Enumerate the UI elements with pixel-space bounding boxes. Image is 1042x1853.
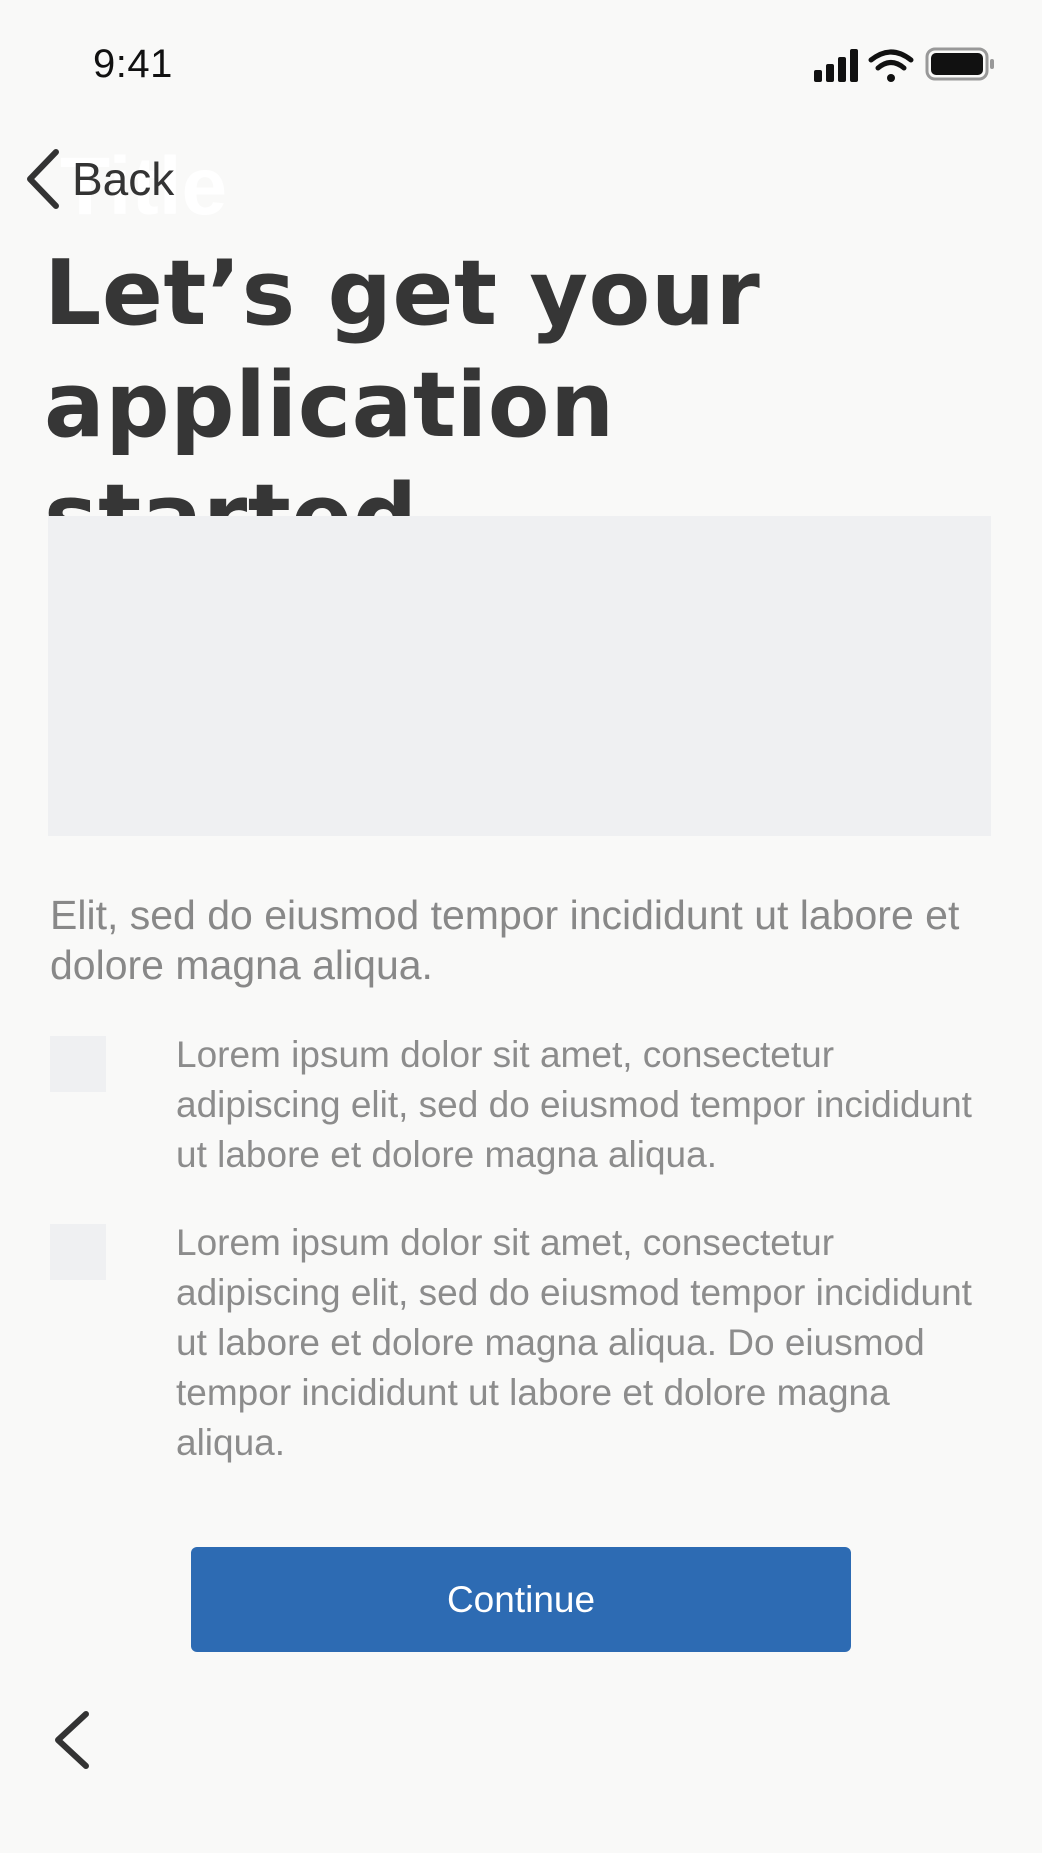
continue-button[interactable]: Continue	[191, 1547, 851, 1652]
chevron-left-icon	[27, 149, 59, 209]
wifi-icon	[868, 49, 914, 82]
intro-text: Elit, sed do eiusmod tempor incididunt u…	[50, 892, 960, 988]
list-item-text: Lorem ipsum dolor sit amet, consectetur …	[176, 1034, 972, 1175]
list-item-text: Lorem ipsum dolor sit amet, consectetur …	[176, 1222, 972, 1463]
back-button[interactable]: Back	[24, 146, 174, 212]
back-button-label: Back	[72, 153, 175, 205]
status-icons	[814, 47, 994, 82]
list-item: Lorem ipsum dolor sit amet, consectetur …	[50, 1218, 1000, 1468]
cellular-signal-icon	[814, 49, 858, 82]
status-bar: 9:41	[0, 0, 1042, 110]
list-item: Lorem ipsum dolor sit amet, consectetur …	[50, 1030, 1000, 1190]
item-thumbnail-placeholder	[50, 1224, 106, 1280]
status-time: 9:41	[93, 42, 173, 86]
item-thumbnail-placeholder	[50, 1036, 106, 1092]
battery-icon	[925, 47, 994, 81]
hero-image-placeholder	[48, 516, 991, 836]
chevron-left-icon[interactable]	[50, 1708, 94, 1772]
